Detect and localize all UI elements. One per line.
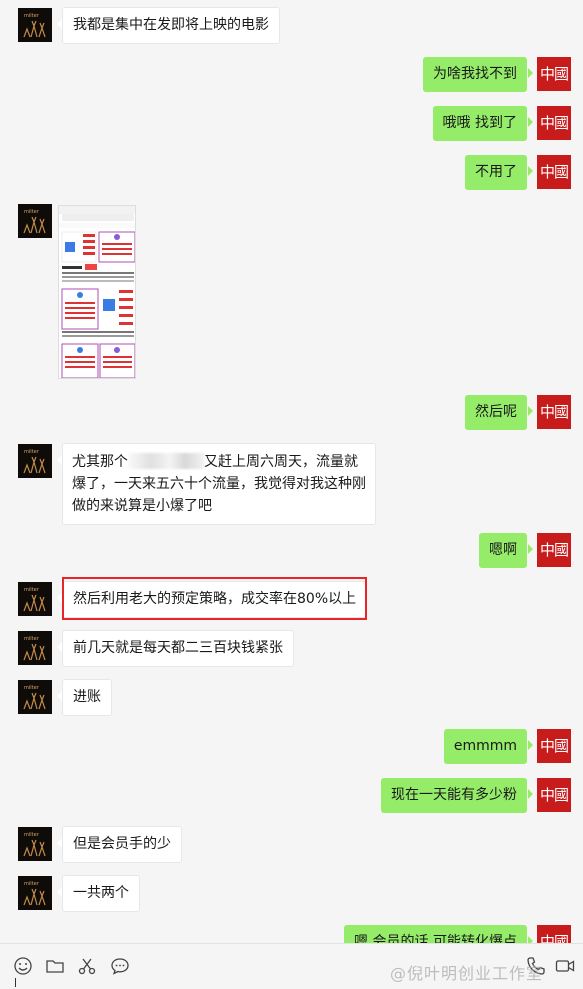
contact-avatar[interactable]: milter xyxy=(18,8,52,42)
message-text: 一共两个 xyxy=(73,885,129,901)
message-text: 尤其那个 xyxy=(72,454,128,470)
redacted-blur xyxy=(128,453,204,469)
message-text: 又赶上周六周天，流量就 xyxy=(204,454,358,470)
deer-icon xyxy=(23,456,46,474)
message-text: 前几天就是每天都二三百块钱紧张 xyxy=(73,640,283,656)
contact-avatar[interactable]: milter xyxy=(18,582,52,616)
message-text: 嗯 会员的话 可能转化爆点 xyxy=(354,934,517,943)
message-line: 爆了，一天来五六十个流量，我觉得对我这种刚 xyxy=(72,476,366,492)
screenshot-preview-icon xyxy=(59,206,135,378)
message-line: 做的来说算是小爆了吧 xyxy=(72,498,212,514)
my-avatar[interactable]: 中國 xyxy=(537,395,571,429)
message-text: 但是会员手的少 xyxy=(73,836,171,852)
avatar-caption: milter xyxy=(24,685,39,691)
contact-avatar[interactable]: milter xyxy=(18,680,52,714)
my-avatar[interactable]: 中國 xyxy=(537,778,571,812)
contact-avatar[interactable]: milter xyxy=(18,876,52,910)
message-bubble[interactable]: 嗯 会员的话 可能转化爆点 xyxy=(344,925,533,943)
contact-avatar[interactable]: milter xyxy=(18,631,52,665)
my-avatar[interactable]: 中國 xyxy=(537,533,571,567)
deer-icon xyxy=(23,20,46,38)
chat-area[interactable]: milter 我都是集中在发即将上映的电影 为啥我找不到 中國 哦哦 找到了 中… xyxy=(0,0,583,943)
message-text: 嗯啊 xyxy=(489,542,517,558)
text-cursor xyxy=(15,978,16,987)
deer-icon xyxy=(23,594,46,612)
message-bubble[interactable]: 尤其那个 又赶上周六周天，流量就 爆了，一天来五六十个流量，我觉得对我这种刚 做的… xyxy=(57,443,376,525)
message-text: 为啥我找不到 xyxy=(433,66,517,82)
avatar-caption: milter xyxy=(24,881,39,887)
video-icon[interactable] xyxy=(555,956,575,976)
folder-icon[interactable] xyxy=(45,956,65,976)
highlight-box xyxy=(62,577,367,620)
my-avatar[interactable]: 中國 xyxy=(537,155,571,189)
message-bubble[interactable]: 前几天就是每天都二三百块钱紧张 xyxy=(57,630,294,667)
chat-bubble-icon[interactable] xyxy=(110,956,130,976)
my-avatar[interactable]: 中國 xyxy=(537,925,571,943)
deer-icon xyxy=(23,839,46,857)
avatar-caption: milter xyxy=(24,587,39,593)
message-bubble[interactable]: 不用了 xyxy=(465,155,533,190)
my-avatar[interactable]: 中國 xyxy=(537,729,571,763)
avatar-caption: milter xyxy=(24,209,39,215)
deer-icon xyxy=(23,692,46,710)
message-bubble[interactable]: 为啥我找不到 xyxy=(423,57,533,92)
message-bubble[interactable]: 现在一天能有多少粉 xyxy=(381,778,533,813)
avatar-caption: milter xyxy=(24,13,39,19)
emoji-icon[interactable] xyxy=(13,956,33,976)
message-text: 然后呢 xyxy=(475,404,517,420)
scissors-icon[interactable] xyxy=(77,956,97,976)
message-bubble[interactable]: 但是会员手的少 xyxy=(57,826,182,863)
avatar-caption: milter xyxy=(24,449,39,455)
message-bubble[interactable]: 我都是集中在发即将上映的电影 xyxy=(57,7,280,44)
message-bubble[interactable]: 一共两个 xyxy=(57,875,140,912)
deer-icon xyxy=(23,216,46,234)
message-text: 我都是集中在发即将上映的电影 xyxy=(73,17,269,33)
message-text: 哦哦 找到了 xyxy=(442,115,517,131)
image-message-thumbnail[interactable] xyxy=(58,205,136,379)
contact-avatar[interactable]: milter xyxy=(18,827,52,861)
message-text: 不用了 xyxy=(475,164,517,180)
my-avatar[interactable]: 中國 xyxy=(537,106,571,140)
deer-icon xyxy=(23,888,46,906)
avatar-caption: milter xyxy=(24,636,39,642)
message-text: 进账 xyxy=(73,689,101,705)
my-avatar[interactable]: 中國 xyxy=(537,57,571,91)
message-line: 尤其那个 又赶上周六周天，流量就 xyxy=(72,451,366,473)
deer-icon xyxy=(23,643,46,661)
message-text: emmmm xyxy=(453,738,517,754)
watermark: @倪叶明创业工作室 xyxy=(390,964,544,983)
contact-avatar[interactable]: milter xyxy=(18,204,52,238)
message-bubble[interactable]: 进账 xyxy=(57,679,112,716)
message-bubble[interactable]: 哦哦 找到了 xyxy=(432,106,534,141)
avatar-caption: milter xyxy=(24,832,39,838)
message-bubble[interactable]: 嗯啊 xyxy=(479,533,533,568)
contact-avatar[interactable]: milter xyxy=(18,444,52,478)
message-text: 现在一天能有多少粉 xyxy=(391,787,517,803)
message-bubble[interactable]: 然后呢 xyxy=(465,395,533,430)
message-bubble[interactable]: emmmm xyxy=(443,729,534,764)
